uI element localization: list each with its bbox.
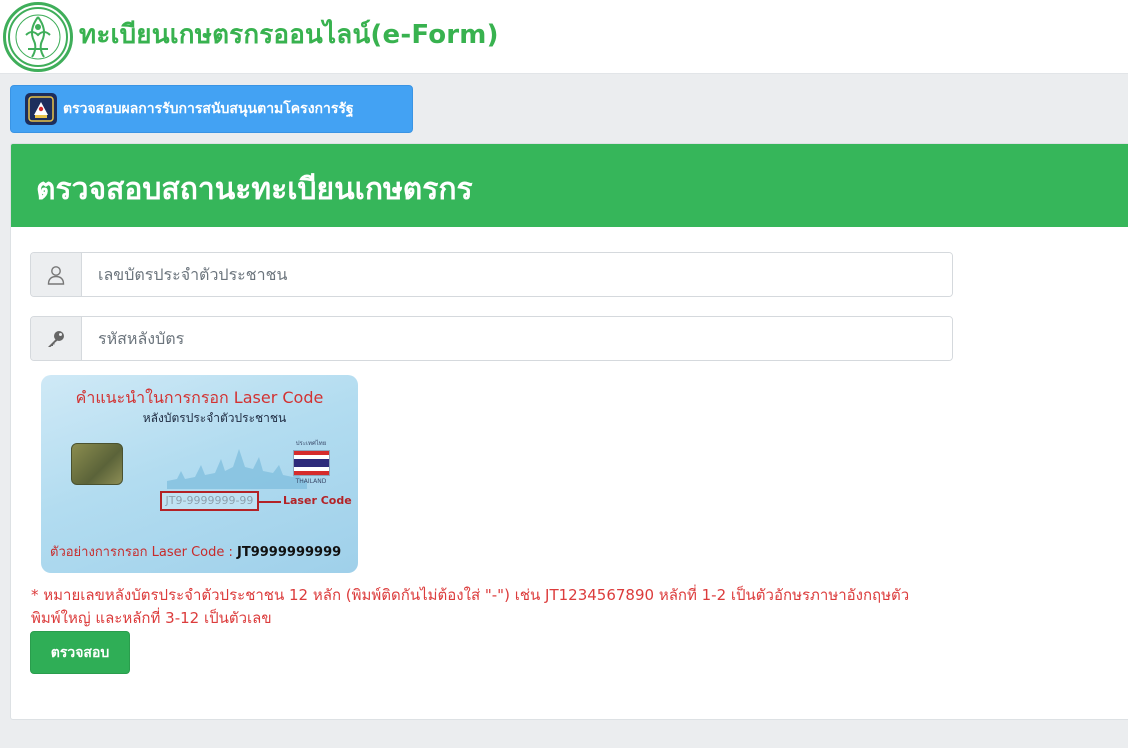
status-check-panel: ตรวจสอบสถานะทะเบียนเกษตรกร คำแนะนำในการก… — [10, 143, 1128, 720]
card-guide-title: คำแนะนำในการกรอก Laser Code — [75, 388, 324, 407]
site-title: ทะเบียนเกษตรกรออนไลน์(e-Form) — [79, 20, 499, 50]
check-status-button[interactable]: ตรวจสอบ — [30, 631, 130, 674]
panel-title: ตรวจสอบสถานะทะเบียนเกษตรกร — [36, 172, 473, 207]
example-label: ตัวอย่างการกรอก Laser Code : — [50, 545, 238, 560]
laser-code-hint: * หมายเลขหลังบัตรประจำตัวประชาชน 12 หลัก… — [31, 586, 910, 627]
card-guide-subtitle: หลังบัตรประจำตัวประชาชน — [142, 411, 287, 425]
laser-code-sample: JT9-9999999-99 — [160, 491, 259, 511]
id-number-input-group — [30, 252, 953, 297]
laser-code-input-group — [30, 316, 953, 361]
agriculture-ministry-seal-icon[interactable] — [3, 2, 73, 72]
flag-caption-english: THAILAND — [295, 478, 327, 485]
laser-code-guide-image: คำแนะนำในการกรอก Laser Code หลังบัตรประจ… — [41, 375, 358, 573]
card-chip-icon — [71, 443, 123, 485]
laser-code-pointer-line — [259, 501, 281, 503]
panel-header: ตรวจสอบสถานะทะเบียนเกษตรกร — [11, 144, 1128, 227]
laser-code-example: ตัวอย่างการกรอก Laser Code : JT999999999… — [50, 541, 341, 562]
check-government-support-button[interactable]: ตรวจสอบผลการรับการสนับสนุนตามโครงการรัฐ — [10, 85, 413, 133]
check-government-support-label: ตรวจสอบผลการรับการสนับสนุนตามโครงการรัฐ — [63, 101, 354, 117]
thai-flag: ประเทศไทย THAILAND — [291, 438, 331, 485]
laser-code-input[interactable] — [82, 317, 952, 360]
laser-code-tag: Laser Code — [283, 494, 352, 507]
temple-skyline-icon — [167, 449, 307, 489]
flag-caption-thai: ประเทศไทย — [295, 440, 327, 447]
site-header: ทะเบียนเกษตรกรออนไลน์(e-Form) — [0, 0, 1128, 74]
thai-flag-icon — [292, 450, 330, 476]
example-value: JT9999999999 — [237, 545, 342, 560]
user-icon — [31, 253, 82, 296]
key-icon — [31, 317, 82, 360]
id-number-input[interactable] — [82, 253, 952, 296]
government-project-emblem-icon — [25, 93, 57, 125]
